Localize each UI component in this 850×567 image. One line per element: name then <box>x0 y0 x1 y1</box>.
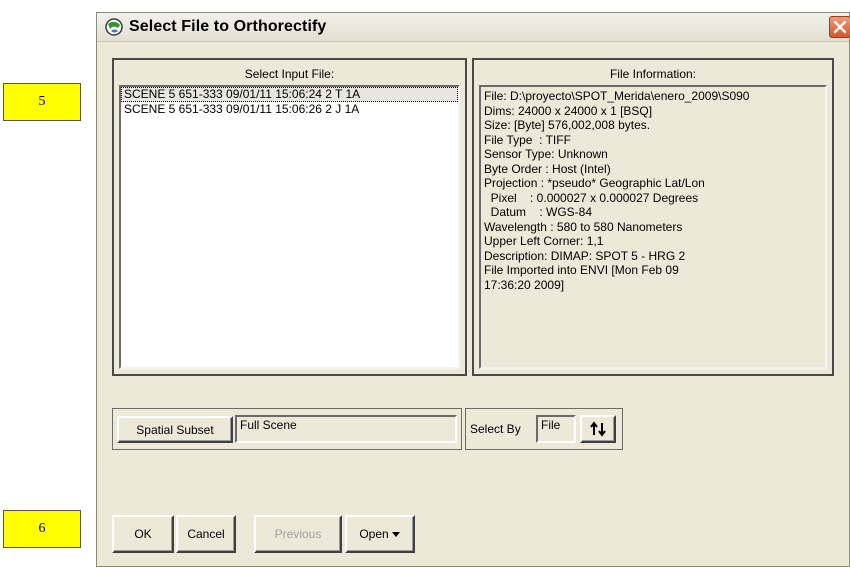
info-line: File Type : TIFF <box>484 132 571 147</box>
input-file-panel-title: Select Input File: <box>244 67 335 81</box>
input-file-list[interactable]: SCENE 5 651-333 09/01/11 15:06:24 2 T 1A… <box>119 85 460 369</box>
spatial-subset-value: Full Scene <box>235 415 457 443</box>
dialog-title: Select File to Orthorectify <box>129 18 327 35</box>
info-line: Size: [Byte] 576,002,008 bytes. <box>484 118 651 132</box>
spatial-subset-button[interactable]: Spatial Subset <box>117 416 233 443</box>
info-line: Datum : WGS-84 <box>484 205 593 219</box>
step-annotation-6: 6 <box>3 510 81 548</box>
cancel-button[interactable]: Cancel <box>176 515 236 553</box>
select-file-dialog: Select File to Orthorectify Select Input… <box>96 12 850 567</box>
file-information-text: File: D:\proyecto\SPOT_Merida\enero_2009… <box>479 85 827 369</box>
select-by-label: Select By <box>470 422 521 436</box>
info-line: File: D:\proyecto\SPOT_Merida\enero_2009… <box>484 89 750 103</box>
info-line: Description: DIMAP: SPOT 5 - HRG 2 <box>484 248 686 263</box>
dialog-buttons: OK Cancel Previous Open <box>112 515 417 557</box>
file-list-item[interactable]: SCENE 5 651-333 09/01/11 15:06:26 2 J 1A <box>121 102 458 117</box>
info-line: Wavelength : 580 to 580 Nanometers <box>484 219 683 234</box>
open-dropdown-button[interactable]: Open <box>345 515 415 553</box>
sort-arrows-icon <box>590 421 606 437</box>
info-line: 17:36:20 2009] <box>484 277 565 292</box>
input-file-panel: Select Input File: SCENE 5 651-333 09/01… <box>112 58 467 376</box>
envi-globe-icon <box>105 18 123 36</box>
ok-button[interactable]: OK <box>112 515 174 553</box>
close-button[interactable] <box>829 16 850 38</box>
file-information-title: File Information: <box>609 67 697 81</box>
chevron-down-icon <box>391 532 400 537</box>
open-button-label: Open <box>359 527 389 541</box>
title-bar[interactable]: Select File to Orthorectify <box>97 13 850 42</box>
info-line: Byte Order : Host (Intel) <box>484 161 611 176</box>
info-line: Sensor Type: Unknown <box>484 147 608 161</box>
info-line: Upper Left Corner: 1,1 <box>484 234 604 248</box>
spatial-subset-group: Spatial Subset Full Scene <box>112 408 462 450</box>
close-icon <box>833 20 847 34</box>
previous-button[interactable]: Previous <box>254 515 342 553</box>
info-line: Dims: 24000 x 24000 x 1 [BSQ] <box>484 103 653 118</box>
info-line: File Imported into ENVI [Mon Feb 09 <box>484 263 679 277</box>
info-line: Projection : *pseudo* Geographic Lat/Lon <box>484 176 705 190</box>
select-by-value: File <box>536 415 576 443</box>
step-annotation-5: 5 <box>3 83 81 121</box>
select-by-toggle-button[interactable] <box>580 415 616 443</box>
select-by-group: Select By File <box>465 408 623 450</box>
file-information-panel: File Information: File: D:\proyecto\SPOT… <box>472 58 834 376</box>
info-line: Pixel : 0.000027 x 0.000027 Degrees <box>484 190 699 205</box>
file-list-item[interactable]: SCENE 5 651-333 09/01/11 15:06:24 2 T 1A <box>121 87 458 102</box>
